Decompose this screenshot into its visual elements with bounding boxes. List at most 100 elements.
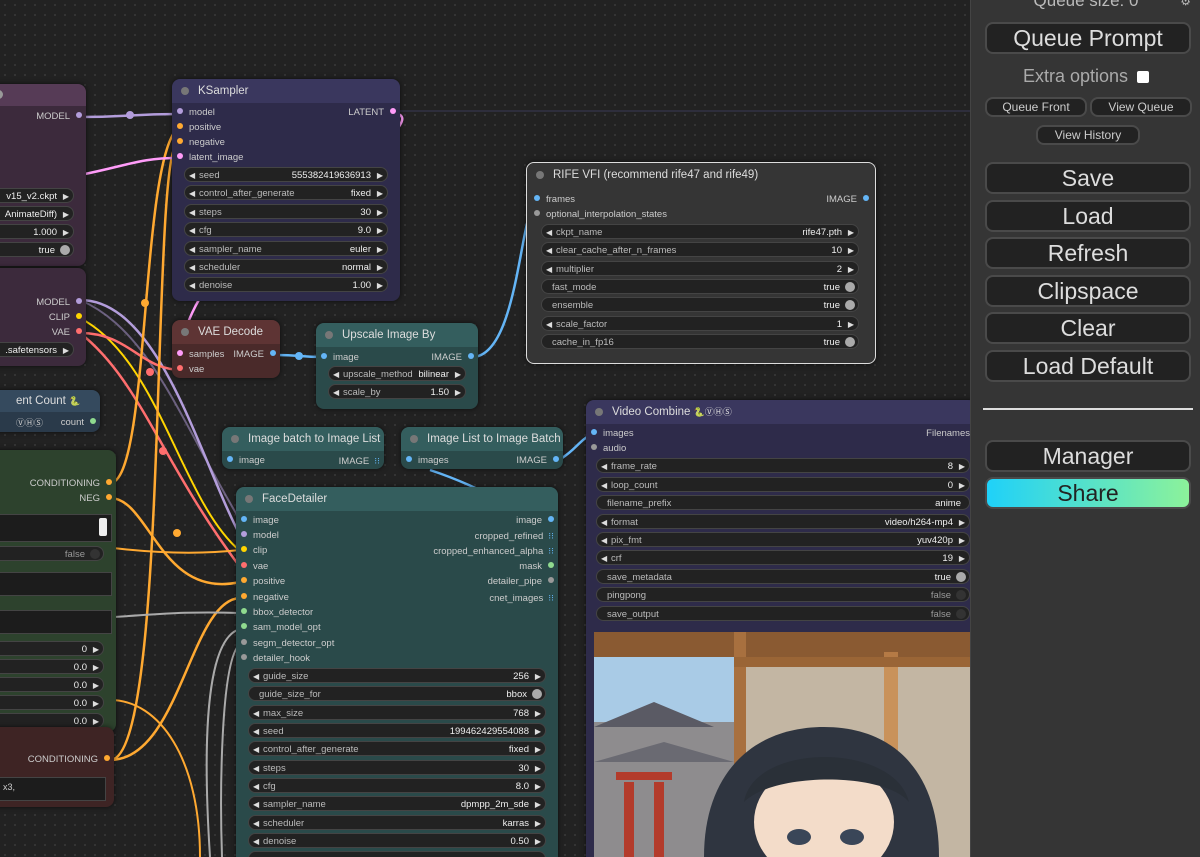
text-input[interactable] bbox=[0, 572, 112, 596]
grid-port-icon[interactable]: ⁝⁝ bbox=[548, 546, 554, 556]
toggle-knob-icon[interactable] bbox=[60, 245, 70, 255]
input-model[interactable]: model bbox=[241, 529, 279, 543]
output-port-icon[interactable] bbox=[553, 456, 559, 463]
arrow-right-icon[interactable]: ▶ bbox=[377, 186, 383, 201]
scale-by-widget[interactable]: ◀ scale_by 1.50 ▶ bbox=[328, 384, 466, 399]
arrow-left-icon[interactable]: ◀ bbox=[189, 242, 195, 257]
seed-widget[interactable]: ◀ seed 555382419636913 ▶ bbox=[184, 167, 388, 182]
arrow-right-icon[interactable]: ▶ bbox=[455, 367, 461, 382]
view-history-button[interactable]: View History bbox=[1036, 125, 1140, 145]
toggle-knob-icon[interactable] bbox=[956, 572, 966, 582]
max-size-widget[interactable]: ◀ max_size 768 ▶ bbox=[248, 705, 546, 720]
arrow-left-icon[interactable]: ◀ bbox=[601, 551, 607, 566]
save-metadata-toggle[interactable]: save_metadata true bbox=[596, 569, 970, 584]
toggle-knob-icon[interactable] bbox=[90, 549, 100, 559]
output-filenames[interactable]: Filenames bbox=[926, 427, 970, 441]
ensemble-toggle[interactable]: ensemble true bbox=[541, 297, 859, 312]
arrow-right-icon[interactable]: ▶ bbox=[535, 742, 541, 757]
arrow-left-icon[interactable]: ◀ bbox=[253, 706, 259, 721]
filename-prefix-widget[interactable]: filename_prefix anime bbox=[596, 495, 970, 510]
arrow-right-icon[interactable]: ▶ bbox=[93, 678, 99, 693]
output-image[interactable]: image bbox=[516, 514, 554, 528]
output-port-icon[interactable] bbox=[76, 328, 82, 335]
collapse-dot-icon[interactable] bbox=[0, 90, 3, 99]
output-image[interactable]: IMAGE bbox=[431, 351, 474, 365]
view-queue-button[interactable]: View Queue bbox=[1090, 97, 1192, 117]
output-conditioning[interactable]: CONDITIONING bbox=[28, 753, 110, 767]
input-port-icon[interactable] bbox=[241, 654, 247, 661]
arrow-right-icon[interactable]: ▶ bbox=[63, 207, 69, 222]
clipspace-button[interactable]: Clipspace bbox=[985, 275, 1191, 307]
input-port-icon[interactable] bbox=[241, 531, 247, 538]
text-input[interactable] bbox=[0, 514, 112, 542]
arrow-right-icon[interactable]: ▶ bbox=[377, 260, 383, 275]
node-title-bar[interactable]: Video Combine 🐍ⓋⒽⓈ bbox=[586, 400, 970, 424]
toggle-knob-icon[interactable] bbox=[845, 300, 855, 310]
arrow-right-icon[interactable]: ▶ bbox=[959, 515, 965, 530]
arrow-right-icon[interactable]: ▶ bbox=[63, 225, 69, 240]
cache-in-fp16-toggle[interactable]: cache_in_fp16 true bbox=[541, 334, 859, 349]
control-after-generate-widget[interactable]: ◀ control_after_generate fixed ▶ bbox=[184, 185, 388, 200]
batch-to-list-node[interactable]: Image batch to Image List image IMAGE ⁝⁝ bbox=[222, 427, 384, 469]
arrow-left-icon[interactable]: ◀ bbox=[333, 367, 339, 382]
frame-rate-widget[interactable]: ◀ frame_rate 8 ▶ bbox=[596, 458, 970, 473]
format-widget[interactable]: ◀ format video/h264-mp4 ▶ bbox=[596, 514, 970, 529]
input-port-icon[interactable] bbox=[241, 593, 247, 600]
input-image[interactable]: image bbox=[227, 454, 265, 468]
input-port-icon[interactable] bbox=[177, 123, 183, 130]
settings-gear-icon[interactable]: ⚙ bbox=[1180, 0, 1191, 8]
input-port-icon[interactable] bbox=[241, 623, 247, 630]
strength-widget[interactable]: 1.000 ▶ bbox=[0, 224, 74, 239]
seed-widget[interactable]: ◀ seed 199462429554088 ▶ bbox=[248, 723, 546, 738]
rife-vfi-node[interactable]: RIFE VFI (recommend rife47 and rife49) f… bbox=[526, 162, 876, 364]
arrow-left-icon[interactable]: ◀ bbox=[189, 186, 195, 201]
collapse-dot-icon[interactable] bbox=[245, 495, 253, 503]
input-port-icon[interactable] bbox=[534, 195, 540, 202]
arrow-left-icon[interactable]: ◀ bbox=[253, 742, 259, 757]
collapse-dot-icon[interactable] bbox=[231, 435, 239, 443]
input-images[interactable]: images bbox=[406, 454, 449, 468]
steps-widget[interactable]: ◀ steps 30 ▶ bbox=[184, 204, 388, 219]
toggle-knob-icon[interactable] bbox=[845, 282, 855, 292]
scrollbar-icon[interactable] bbox=[99, 518, 107, 536]
vae-decode-node[interactable]: VAE Decode samples vae IMAGE bbox=[172, 320, 280, 378]
collapse-dot-icon[interactable] bbox=[410, 435, 418, 443]
output-port-icon[interactable] bbox=[548, 577, 554, 584]
arrow-right-icon[interactable]: ▶ bbox=[535, 797, 541, 812]
cfg-widget[interactable]: ◀ cfg 8.0 ▶ bbox=[248, 778, 546, 793]
output-conditioning[interactable]: CONDITIONING bbox=[30, 477, 112, 491]
upscale-method-widget[interactable]: ◀ upscale_method bilinear ▶ bbox=[328, 366, 466, 381]
arrow-left-icon[interactable]: ◀ bbox=[189, 278, 195, 293]
input-port-icon[interactable] bbox=[227, 456, 233, 463]
input-positive[interactable]: positive bbox=[241, 575, 285, 589]
cfg-widget[interactable]: ◀ cfg 9.0 ▶ bbox=[184, 222, 388, 237]
manager-button[interactable]: Manager bbox=[985, 440, 1191, 472]
output-port-icon[interactable] bbox=[76, 298, 82, 305]
output-mask[interactable]: mask bbox=[519, 560, 554, 574]
guide-size-for-toggle[interactable]: guide_size_for bbox bbox=[248, 686, 546, 701]
arrow-left-icon[interactable]: ◀ bbox=[189, 205, 195, 220]
output-clip[interactable]: CLIP bbox=[49, 311, 82, 325]
node-title-bar[interactable]: Image batch to Image List bbox=[222, 427, 384, 451]
input-audio[interactable]: audio bbox=[591, 442, 626, 456]
node-title-bar[interactable]: ent Count 🐍ⓋⒽⓈ bbox=[0, 390, 100, 428]
output-latent[interactable]: LATENT bbox=[348, 106, 396, 120]
queue-front-button[interactable]: Queue Front bbox=[985, 97, 1087, 117]
arrow-left-icon[interactable]: ◀ bbox=[253, 761, 259, 776]
toggle-widget[interactable]: true bbox=[0, 242, 74, 257]
denoise-widget[interactable]: ◀ denoise 1.00 ▶ bbox=[184, 277, 388, 292]
input-port-icon[interactable] bbox=[534, 210, 540, 217]
output-model[interactable]: MODEL bbox=[36, 296, 82, 310]
input-clip[interactable]: clip bbox=[241, 544, 267, 558]
input-port-icon[interactable] bbox=[241, 546, 247, 553]
clear-cache-widget[interactable]: ◀ clear_cache_after_n_frames 10 ▶ bbox=[541, 242, 859, 257]
input-port-icon[interactable] bbox=[241, 562, 247, 569]
load-default-button[interactable]: Load Default bbox=[985, 350, 1191, 382]
pix-fmt-widget[interactable]: ◀ pix_fmt yuv420p ▶ bbox=[596, 532, 970, 547]
denoise-widget[interactable]: ◀ denoise 0.50 ▶ bbox=[248, 833, 546, 848]
arrow-right-icon[interactable]: ▶ bbox=[377, 242, 383, 257]
scheduler-widget[interactable]: ◀ scheduler karras ▶ bbox=[248, 815, 546, 830]
ckpt-name-widget[interactable]: ◀ ckpt_name rife47.pth ▶ bbox=[541, 224, 859, 239]
text-input[interactable] bbox=[0, 610, 112, 634]
toggle-widget[interactable]: false bbox=[0, 546, 104, 561]
